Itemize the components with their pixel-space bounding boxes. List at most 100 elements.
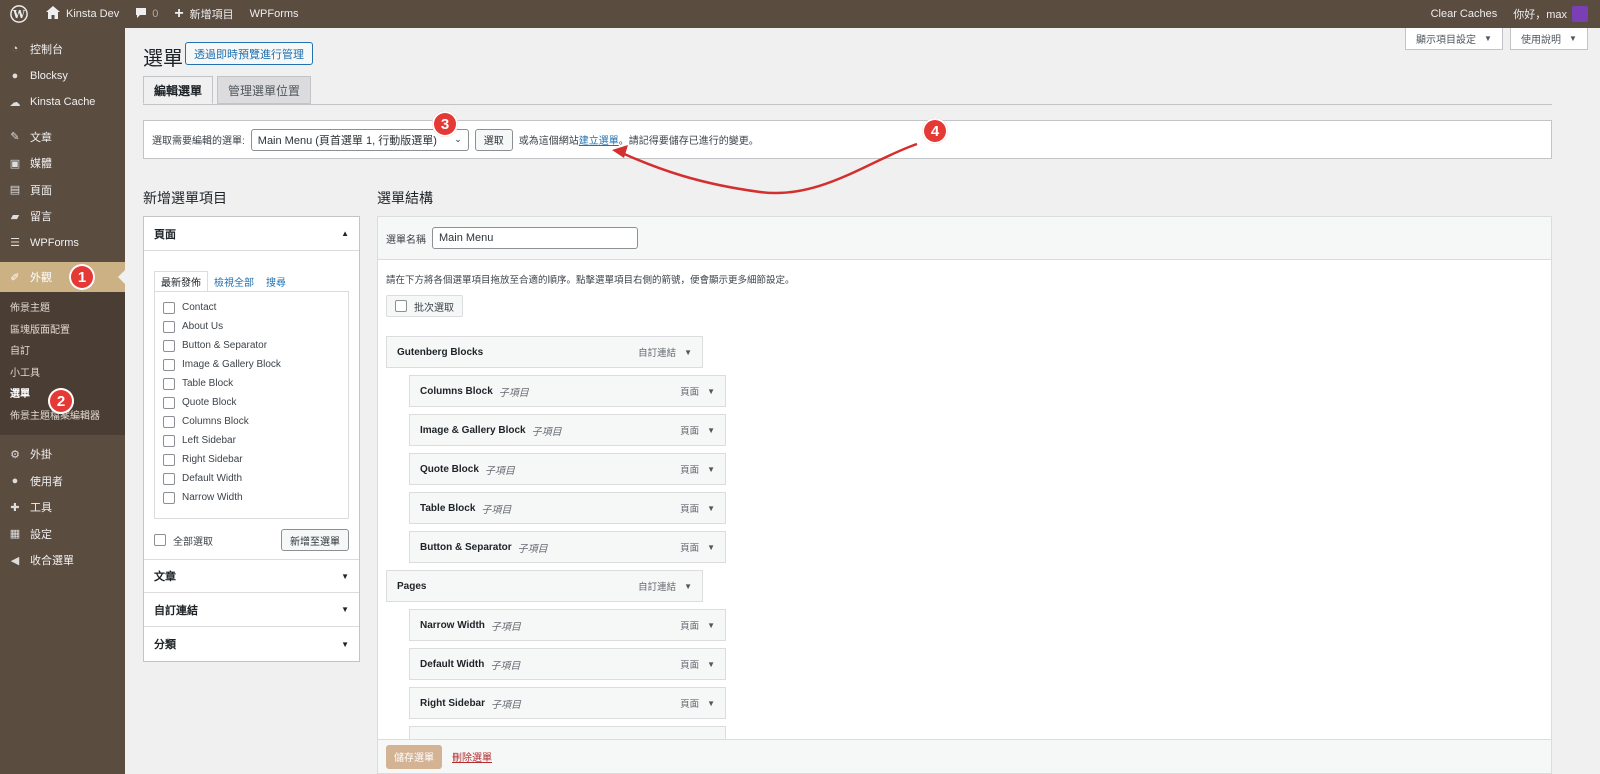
custom-links-section-header[interactable]: 自訂連結 ▼ [144,593,359,627]
sidebar-item-posts[interactable]: ✎ 文章 [0,124,125,151]
checkbox[interactable] [163,320,175,333]
menu-item[interactable]: Quote Block 子項目 頁面 ▼ [409,453,726,485]
menu-item[interactable]: Columns Block 子項目 頁面 ▼ [409,375,726,407]
list-item[interactable]: Button & Separator [163,336,340,355]
submenu-item-themes[interactable]: 佈景主題 [0,298,125,320]
menu-item-title: Columns Block [420,385,493,397]
select-all-checkbox[interactable] [154,534,166,546]
bulk-select-button[interactable]: 批次選取 [386,295,463,317]
sidebar-item-dashboard[interactable]: ◔ 控制台 [0,36,125,63]
list-item[interactable]: Default Width [163,469,340,488]
list-item[interactable]: Narrow Width [163,488,340,507]
list-item[interactable]: Image & Gallery Block [163,355,340,374]
posts-section-header[interactable]: 文章 ▼ [144,559,359,593]
checkbox[interactable] [163,339,175,352]
menu-item-partial[interactable] [409,726,726,739]
menu-item[interactable]: Pages 自訂連結 ▼ [386,570,703,602]
chevron-down-icon[interactable]: ▼ [707,426,715,435]
sidebar-item-settings[interactable]: ▦ 設定 [0,521,125,548]
wpforms-link[interactable]: WPForms [242,0,307,28]
list-item[interactable]: Right Sidebar [163,450,340,469]
settings-icon: ▦ [9,528,21,541]
bulk-select-checkbox[interactable] [395,300,407,312]
menu-item[interactable]: Image & Gallery Block 子項目 頁面 ▼ [409,414,726,446]
submenu-item-block-patterns[interactable]: 區塊版面配置 [0,320,125,342]
sidebar-item-label: 工具 [30,502,52,515]
checkbox[interactable] [163,396,175,409]
chevron-down-icon[interactable]: ▼ [684,582,692,591]
user-icon: ● [11,474,19,487]
checkbox[interactable] [163,301,175,314]
wordpress-logo[interactable]: W [0,0,38,28]
page-label: Narrow Width [182,492,243,503]
select-all[interactable]: 全部選取 [154,533,213,548]
site-name-link[interactable]: Kinsta Dev [38,0,127,28]
checkbox[interactable] [163,377,175,390]
screen-options-toggle[interactable]: 顯示項目設定 ▼ [1405,28,1503,50]
list-item[interactable]: Table Block [163,374,340,393]
create-menu-link[interactable]: 建立選單 [579,132,619,147]
list-item[interactable]: Columns Block [163,412,340,431]
sidebar-item-kinsta-cache[interactable]: ☁ Kinsta Cache [0,89,125,116]
checkbox[interactable] [163,415,175,428]
list-item[interactable]: Contact [163,298,340,317]
chevron-down-icon[interactable]: ▼ [707,465,715,474]
save-menu-button[interactable]: 儲存選單 [386,744,442,769]
checkbox[interactable] [163,472,175,485]
checkbox[interactable] [163,491,175,504]
menu-item[interactable]: Narrow Width 子項目 頁面 ▼ [409,609,726,641]
live-preview-button[interactable]: 透過即時預覽進行管理 [185,42,313,65]
checkbox[interactable] [163,434,175,447]
chevron-down-icon[interactable]: ▼ [707,699,715,708]
checkbox[interactable] [163,358,175,371]
pages-section-header[interactable]: 頁面 ▲ [144,217,359,251]
sidebar-item-comments[interactable]: ▰ 留言 [0,203,125,230]
clear-caches-link[interactable]: Clear Caches [1423,0,1506,28]
tab-most-recent[interactable]: 最新發佈 [154,271,208,291]
chevron-down-icon[interactable]: ▼ [707,621,715,630]
menu-item[interactable]: Default Width 子項目 頁面 ▼ [409,648,726,680]
sidebar-item-users[interactable]: ● 使用者 [0,468,125,495]
menu-item[interactable]: Table Block 子項目 頁面 ▼ [409,492,726,524]
sidebar-item-label: 外觀 [30,272,52,284]
list-item[interactable]: Quote Block [163,393,340,412]
help-toggle[interactable]: 使用說明 ▼ [1510,28,1588,50]
comments-link[interactable]: 0 [127,0,166,28]
tab-edit-menus[interactable]: 編輯選單 [143,76,214,104]
chevron-down-icon[interactable]: ▼ [707,387,715,396]
tab-view-all[interactable]: 檢視全部 [208,271,260,291]
sidebar-item-wpforms[interactable]: ☰ WPForms [0,230,125,257]
menu-name-input[interactable]: Main Menu [432,227,638,249]
sidebar-item-media[interactable]: ▣ 媒體 [0,150,125,177]
chevron-down-icon[interactable]: ▼ [707,504,715,513]
sidebar-item-tools[interactable]: ✚ 工具 [0,494,125,521]
sidebar-item-collapse[interactable]: ◀ 收合選單 [0,547,125,574]
select-menu-button[interactable]: 選取 [474,128,513,151]
categories-section-header[interactable]: 分類 ▼ [144,627,359,661]
menu-item[interactable]: Gutenberg Blocks 自訂連結 ▼ [386,336,703,368]
my-account[interactable]: 你好，max [1505,0,1600,28]
chevron-down-icon[interactable]: ▼ [707,660,715,669]
delete-menu-link[interactable]: 刪除選單 [452,749,492,764]
sidebar-item-label: Kinsta Cache [30,96,96,109]
sidebar-item-pages[interactable]: ▤ 頁面 [0,177,125,204]
submenu-item-customize[interactable]: 自訂 [0,341,125,363]
avatar [1572,6,1588,22]
checkbox[interactable] [163,453,175,466]
add-to-menu-button[interactable]: 新增至選單 [281,529,349,551]
submenu-item-widgets[interactable]: 小工具 [0,363,125,385]
sidebar-item-appearance[interactable]: ✐ 外觀 [0,262,125,292]
tab-manage-locations[interactable]: 管理選單位置 [217,76,312,104]
tab-search[interactable]: 搜尋 [260,271,292,291]
list-item[interactable]: Left Sidebar [163,431,340,450]
page-label: Default Width [182,473,243,484]
list-item[interactable]: About Us [163,317,340,336]
sidebar-item-blocksy[interactable]: ● Blocksy [0,63,125,90]
menu-item-type: 頁面 [680,387,700,398]
menu-item[interactable]: Button & Separator 子項目 頁面 ▼ [409,531,726,563]
chevron-down-icon[interactable]: ▼ [684,348,692,357]
new-content-link[interactable]: + 新增項目 [166,0,241,28]
sidebar-item-plugins[interactable]: ⚙ 外掛 [0,441,125,468]
chevron-down-icon[interactable]: ▼ [707,543,715,552]
menu-item[interactable]: Right Sidebar 子項目 頁面 ▼ [409,687,726,719]
